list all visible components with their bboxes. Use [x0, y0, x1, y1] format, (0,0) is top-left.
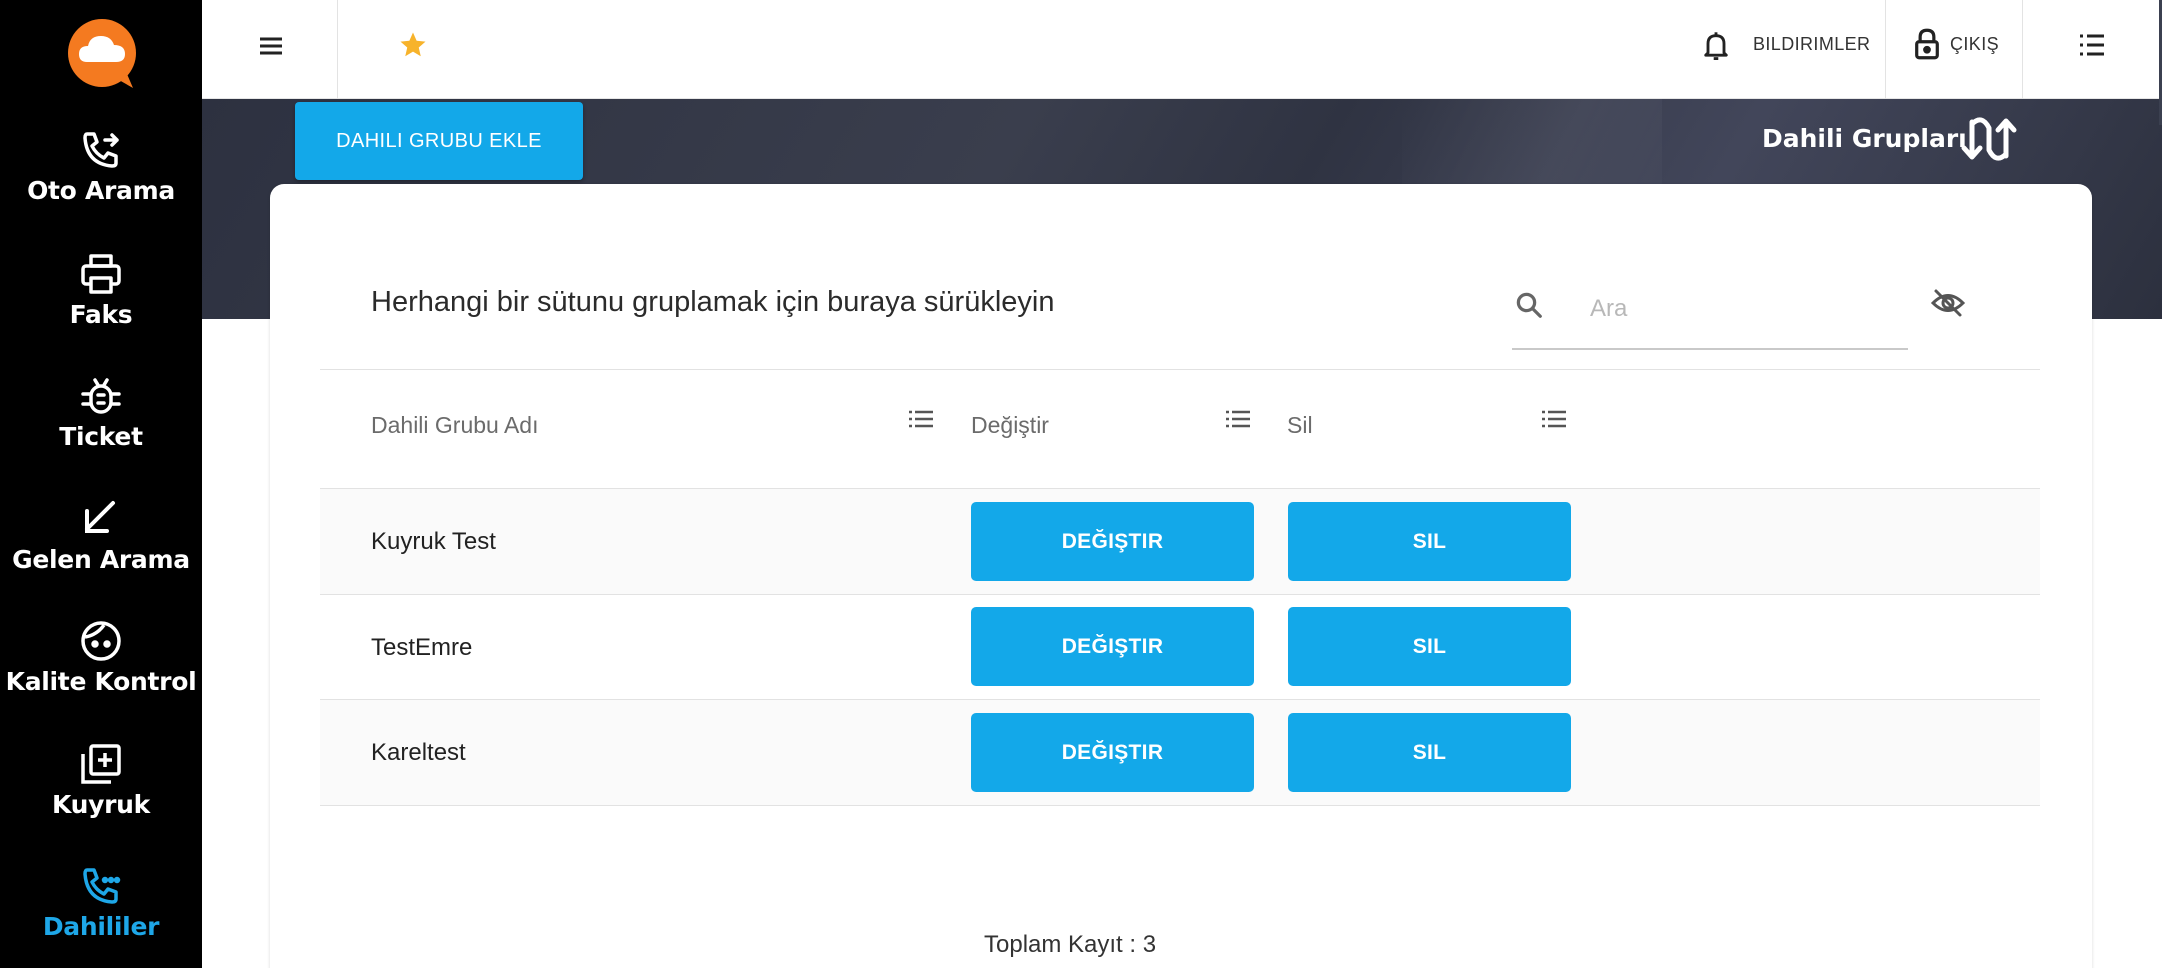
- swap-vertical-icon[interactable]: [1960, 114, 2018, 164]
- bell-icon[interactable]: [1702, 30, 1730, 62]
- face-icon: [81, 621, 121, 661]
- search-box: [1512, 280, 1908, 350]
- bug-icon: [81, 378, 121, 414]
- library-add-icon: [81, 744, 121, 784]
- sidebar-item-label: Kuyruk: [52, 790, 150, 819]
- sidebar: Oto Arama Faks Ticket Gelen Arama Kalite…: [0, 0, 202, 968]
- hamburger-menu-icon[interactable]: [257, 34, 285, 58]
- cloud-logo-icon[interactable]: [67, 18, 141, 92]
- edit-button[interactable]: DEĞIŞTIR: [971, 713, 1254, 792]
- sidebar-item-label: Kalite Kontrol: [5, 667, 197, 696]
- group-name-cell: Kuyruk Test: [371, 528, 496, 555]
- edit-button[interactable]: DEĞIŞTIR: [971, 502, 1254, 581]
- phone-dots-icon: [83, 868, 121, 904]
- column-header-delete[interactable]: Sil: [1287, 412, 1313, 439]
- sidebar-item-dahililer[interactable]: Dahililer: [0, 862, 202, 968]
- sidebar-item-label: Ticket: [59, 422, 143, 451]
- sidebar-item-label: Dahililer: [42, 912, 160, 941]
- sidebar-item-oto-arama[interactable]: Oto Arama: [0, 126, 202, 236]
- arrow-down-left-icon: [85, 501, 115, 533]
- phone-forward-icon: [83, 132, 119, 168]
- page-title: Dahili Grupları: [1762, 124, 1967, 153]
- sidebar-item-label: Gelen Arama: [12, 545, 190, 574]
- star-icon[interactable]: [398, 30, 428, 60]
- sidebar-item-label: Oto Arama: [27, 176, 175, 205]
- top-bar: BILDIRIMLER ÇIKIŞ: [202, 0, 2162, 99]
- column-menu-icon[interactable]: [908, 408, 934, 430]
- column-header-edit[interactable]: Değiştir: [971, 412, 1049, 439]
- logout-link[interactable]: ÇIKIŞ: [1950, 34, 1999, 55]
- search-input[interactable]: [1590, 288, 1890, 330]
- table-row: Kuyruk Test DEĞIŞTIR SIL: [320, 489, 2040, 594]
- sidebar-item-ticket[interactable]: Ticket: [0, 372, 202, 482]
- group-name-cell: Kareltest: [371, 739, 466, 766]
- column-header-name[interactable]: Dahili Grubu Adı: [371, 412, 538, 439]
- search-icon: [1516, 292, 1542, 318]
- sidebar-item-faks[interactable]: Faks: [0, 250, 202, 360]
- group-name-cell: TestEmre: [371, 634, 473, 661]
- delete-button[interactable]: SIL: [1288, 502, 1571, 581]
- divider: [1885, 0, 1886, 99]
- delete-button[interactable]: SIL: [1288, 607, 1571, 686]
- table-row: Kareltest DEĞIŞTIR SIL: [320, 700, 2040, 805]
- sidebar-item-gelen-arama[interactable]: Gelen Arama: [0, 495, 202, 605]
- edit-button[interactable]: DEĞIŞTIR: [971, 607, 1254, 686]
- divider: [2022, 0, 2023, 99]
- sidebar-item-kalite-kontrol[interactable]: Kalite Kontrol: [0, 617, 202, 727]
- eye-off-icon[interactable]: [1930, 288, 1966, 318]
- group-panel-hint[interactable]: Herhangi bir sütunu gruplamak için buray…: [371, 286, 1054, 319]
- notifications-link[interactable]: BILDIRIMLER: [1753, 34, 1870, 55]
- column-menu-icon[interactable]: [1225, 408, 1251, 430]
- add-group-button[interactable]: DAHILI GRUBU EKLE: [295, 102, 583, 180]
- printer-icon: [81, 254, 121, 294]
- divider: [320, 805, 2040, 806]
- lock-icon[interactable]: [1914, 28, 1940, 60]
- total-records: Toplam Kayıt : 3: [984, 931, 1157, 958]
- list-menu-icon[interactable]: [2078, 32, 2106, 58]
- sidebar-item-kuyruk[interactable]: Kuyruk: [0, 740, 202, 850]
- table-row: TestEmre DEĞIŞTIR SIL: [320, 595, 2040, 700]
- sidebar-item-label: Faks: [69, 300, 133, 329]
- column-menu-icon[interactable]: [1541, 408, 1567, 430]
- delete-button[interactable]: SIL: [1288, 713, 1571, 792]
- divider: [337, 0, 338, 99]
- divider: [320, 369, 2040, 370]
